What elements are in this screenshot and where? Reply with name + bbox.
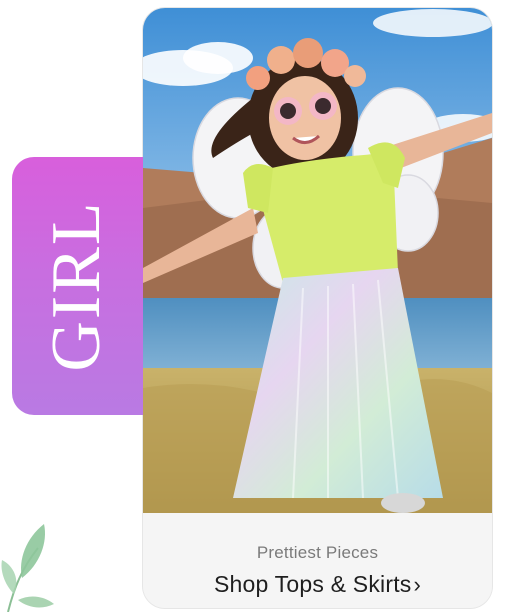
green-leaf-icon: [1, 524, 54, 612]
girl-in-pastel-skirt-photo[interactable]: [143, 8, 492, 513]
cta-label[interactable]: Shop Tops & Skirts: [214, 571, 412, 597]
card-caption[interactable]: Prettiest Pieces Shop Tops & Skirts›: [143, 513, 492, 608]
product-card[interactable]: Prettiest Pieces Shop Tops & Skirts›: [143, 8, 492, 608]
card-subtitle: Prettiest Pieces: [256, 543, 379, 562]
shop-tops-skirts-link[interactable]: Shop Tops & Skirts›: [143, 571, 492, 598]
category-tag-girl[interactable]: GIRL: [12, 157, 143, 415]
category-tag-label[interactable]: GIRL: [37, 200, 117, 371]
chevron-right-icon[interactable]: ›: [413, 572, 421, 597]
page: Prettiest Pieces Shop Tops & Skirts› GIR…: [0, 0, 505, 612]
